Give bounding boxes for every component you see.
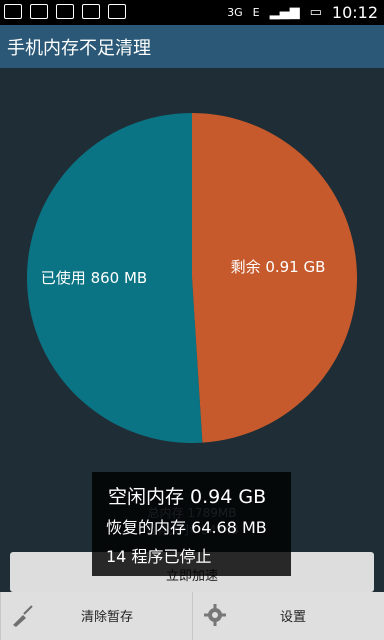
- code-icon: [56, 4, 74, 19]
- keyboard-icon: [30, 4, 48, 19]
- broom-icon: [13, 605, 33, 627]
- bottom-toolbar: 清除暂存 设置: [0, 592, 384, 640]
- settings-button[interactable]: 设置: [192, 592, 384, 640]
- usb-icon: [82, 4, 100, 19]
- memory-pie-chart: 已使用 860 MB 剩余 0.91 GB: [27, 113, 357, 443]
- status-bar: 3G E ▂▄▆ ▭ 10:12: [0, 0, 384, 25]
- used-label: 已使用 860 MB: [41, 269, 147, 287]
- clear-cache-button[interactable]: 清除暂存: [0, 592, 193, 640]
- page-title: 手机内存不足清理: [7, 38, 151, 59]
- barcode-icon: [108, 4, 126, 19]
- free-label: 剩余 0.91 GB: [231, 258, 326, 276]
- used-slice: [192, 113, 357, 443]
- notification-icon: [4, 4, 22, 19]
- app-header: 手机内存不足清理: [0, 25, 384, 68]
- toast-recovered-memory: 恢复的内存 64.68 MB: [106, 518, 267, 537]
- toast-free-memory: 空闲内存 0.94 GB: [108, 486, 267, 508]
- network-type-label: E: [252, 6, 260, 19]
- battery-icon: ▭: [309, 5, 322, 20]
- settings-label: 设置: [280, 610, 307, 625]
- network-label: 3G: [227, 6, 243, 19]
- toast-stopped-apps: 14 程序已停止: [106, 547, 212, 566]
- gear-icon: [204, 604, 226, 626]
- signal-icon: ▂▄▆: [269, 5, 300, 20]
- clear-cache-label: 清除暂存: [81, 610, 134, 625]
- memory-toast: 空闲内存 0.94 GB 恢复的内存 64.68 MB 14 程序已停止: [92, 472, 291, 576]
- status-time: 10:12: [331, 3, 378, 22]
